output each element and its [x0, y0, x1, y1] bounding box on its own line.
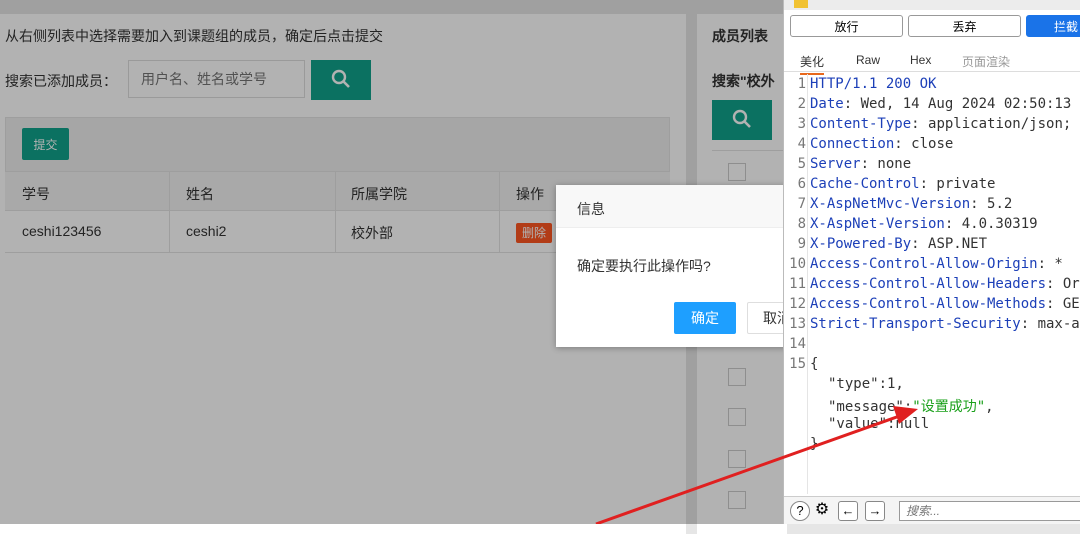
line-number: 1 [797, 76, 806, 92]
header-key: Server [810, 156, 861, 172]
back-arrow-icon[interactable]: ← [838, 501, 858, 521]
response-editor[interactable]: 1 HTTP/1.1 200 OK 2 Date: Wed, 14 Aug 2024… [784, 74, 1080, 494]
editor-search-input[interactable] [899, 501, 1080, 521]
header-key: Strict-Transport-Security [810, 316, 1021, 332]
tab-raw[interactable]: Raw [856, 53, 880, 67]
line-number: 7 [797, 196, 806, 212]
line-number: 9 [797, 236, 806, 252]
line-number: 4 [797, 136, 806, 152]
header-value: : Or [1046, 276, 1080, 292]
json-message-value: "设置成功" [912, 399, 986, 415]
line-number: 2 [797, 96, 806, 112]
forward-arrow-icon[interactable]: → [865, 501, 885, 521]
header-value: : none [860, 156, 912, 172]
tab-hex[interactable]: Hex [910, 53, 931, 67]
header-value: : max-a [1020, 316, 1080, 332]
line-number: 14 [789, 336, 806, 352]
json-open-brace: { [810, 356, 819, 372]
header-key: Cache-Control [810, 176, 920, 192]
window-titlebar [784, 0, 1080, 10]
dialog-title: 信息 [577, 201, 605, 217]
json-line: } [810, 436, 818, 452]
line-number: 11 [789, 276, 806, 292]
line-number: 5 [797, 156, 806, 172]
json-value: "value":null [828, 416, 930, 432]
header-key: Date [810, 96, 844, 112]
header-key: X-AspNetMvc-Version [810, 196, 971, 212]
folder-icon [794, 0, 808, 8]
line-number: 12 [789, 296, 806, 312]
line-number: 13 [789, 316, 806, 332]
intercept-button[interactable]: 拦截 [1026, 15, 1080, 37]
json-message-key: "message": [828, 399, 913, 415]
line-number: 3 [797, 116, 806, 132]
help-icon[interactable]: ? [790, 501, 810, 521]
json-line: "value":null [828, 416, 929, 432]
json-type: "type":1, [828, 376, 904, 392]
header-key: Content-Type [810, 116, 912, 132]
tab-divider [784, 71, 1080, 72]
header-key: X-Powered-By [810, 236, 912, 252]
json-line: "message":"设置成功", [828, 396, 994, 416]
proxy-window: 放行 丢弃 拦截 美化 Raw Hex 页面渲染 1 HTTP/1.1 200 O… [783, 0, 1080, 524]
header-value: : 4.0.30319 [944, 216, 1038, 232]
header-value: : GE [1046, 296, 1080, 312]
header-key: Access-Control-Allow-Origin [810, 256, 1038, 272]
status-line: HTTP/1.1 200 OK [810, 76, 937, 92]
header-value: : * [1037, 256, 1063, 272]
editor-toolbar: ? ⚙ ← → [784, 496, 1080, 524]
header-value: : ASP.NET [911, 236, 988, 252]
json-line: "type":1, [828, 376, 904, 392]
header-value: : Wed, 14 Aug 2024 02:50:13 [843, 96, 1072, 112]
header-value: : close [894, 136, 954, 152]
confirm-button[interactable]: 确定 [674, 302, 736, 334]
header-value: : 5.2 [970, 196, 1013, 212]
json-comma: , [985, 399, 994, 415]
settings-icon[interactable]: ⚙ [812, 501, 832, 521]
json-close-brace: } [810, 436, 819, 452]
header-value: : private [919, 176, 996, 192]
line-number: 10 [789, 256, 806, 272]
confirm-dialog: 信息 确定要执行此操作吗? 确定 取消 [556, 185, 807, 347]
header-key: X-AspNet-Version [810, 216, 945, 232]
header-key: Connection [810, 136, 895, 152]
header-key: Access-Control-Allow-Headers [810, 276, 1047, 292]
line-number: 6 [797, 176, 806, 192]
drop-button[interactable]: 丢弃 [908, 15, 1021, 37]
line-number: 8 [797, 216, 806, 232]
line-number: 15 [789, 356, 806, 372]
dialog-message: 确定要执行此操作吗? [577, 258, 711, 274]
forward-button[interactable]: 放行 [790, 15, 903, 37]
header-key: Access-Control-Allow-Methods [810, 296, 1047, 312]
header-value: : application/json; [911, 116, 1072, 132]
tab-render[interactable]: 页面渲染 [962, 53, 1010, 70]
